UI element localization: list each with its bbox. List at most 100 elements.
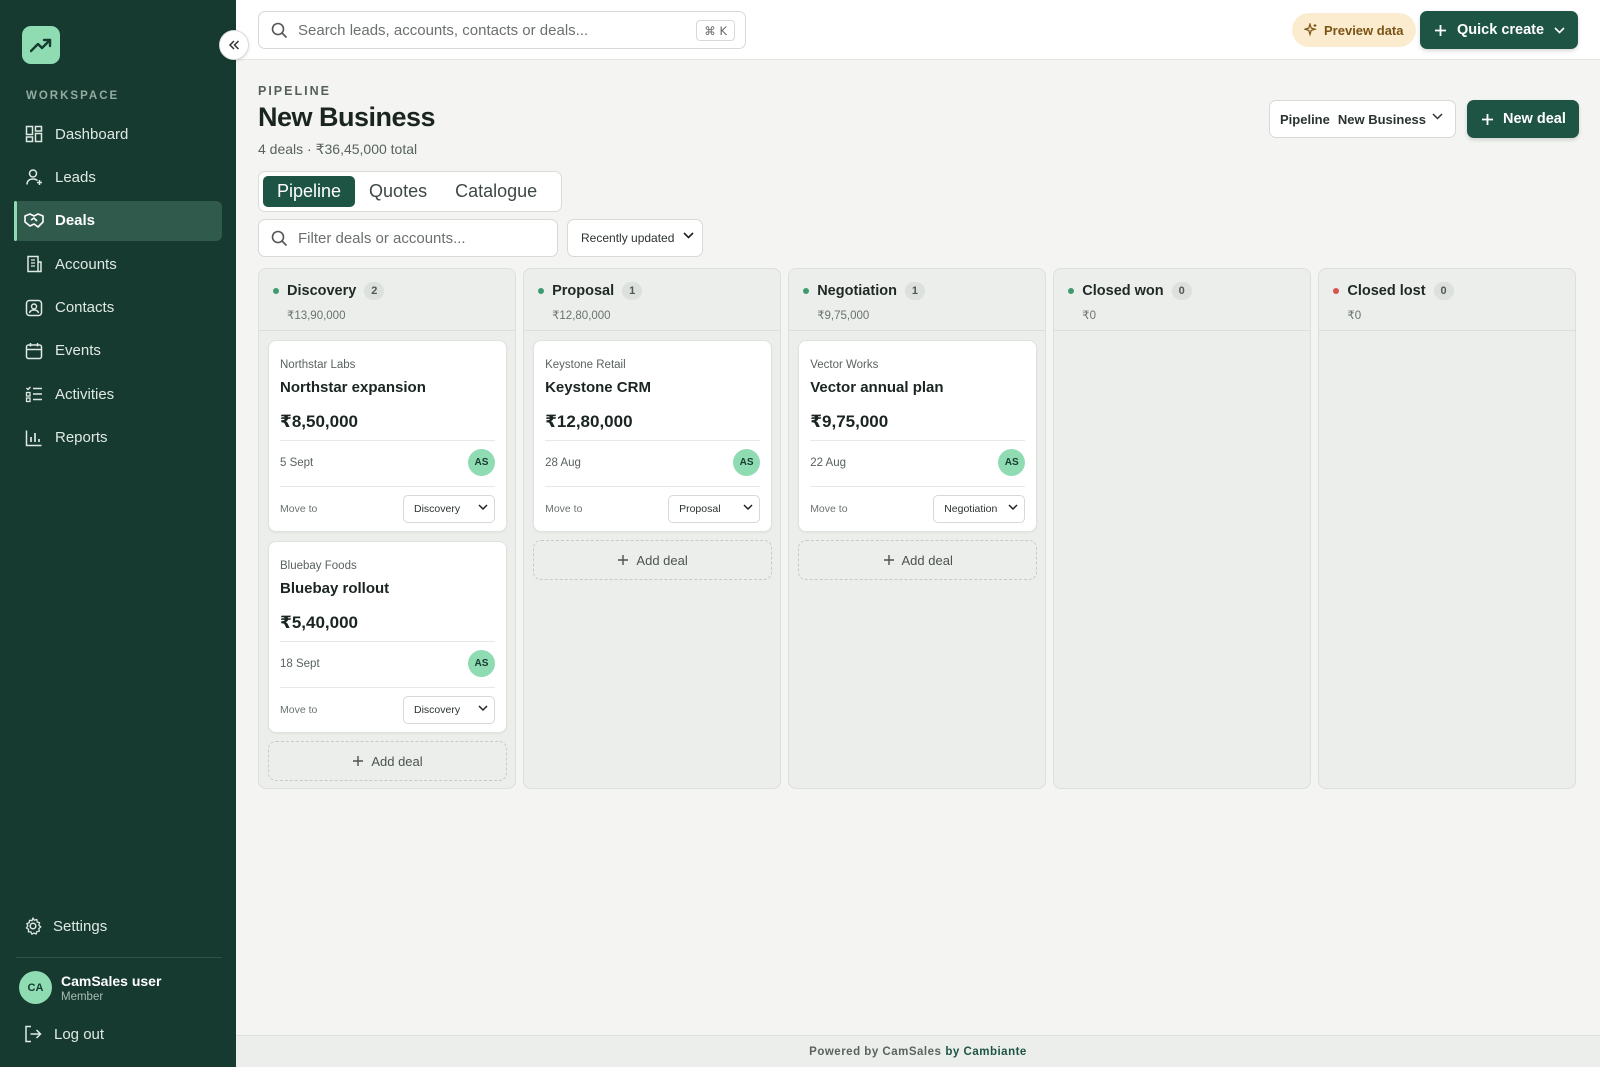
deal-card[interactable]: Keystone Retail Keystone CRM ₹12,80,000 …: [533, 340, 773, 532]
column-header: Discovery 2 ₹13,90,000: [259, 269, 515, 331]
plus-icon: [352, 755, 364, 767]
deal-company: Vector Works: [810, 359, 879, 371]
sidebar-item-label: Dashboard: [55, 125, 129, 143]
sidebar-item-contacts[interactable]: Contacts: [14, 288, 222, 328]
logout-link[interactable]: Log out: [24, 1025, 104, 1043]
deal-date: 5 Sept: [280, 457, 314, 469]
chevrons-left-icon: [228, 40, 240, 50]
sidebar-item-label: Events: [55, 342, 101, 360]
stage-select[interactable]: Proposal: [668, 495, 761, 523]
footer-text: Powered by CamSales: [809, 1045, 942, 1058]
column-title: Closed lost: [1347, 283, 1426, 299]
sidebar-item-accounts[interactable]: Accounts: [14, 244, 222, 284]
stage-select[interactable]: Discovery: [403, 696, 495, 724]
plus-icon: [883, 554, 895, 566]
workspace-label: WORKSPACE: [26, 90, 120, 102]
column-total: ₹0: [1082, 310, 1096, 322]
stage-select[interactable]: Discovery: [403, 495, 495, 523]
chevron-down-icon: [743, 504, 753, 511]
owner-avatar: AS: [998, 449, 1026, 476]
card-divider: [545, 486, 761, 487]
sidebar-item-deals[interactable]: Deals: [14, 200, 222, 241]
handshake-icon: [24, 211, 44, 231]
column-header: Negotiation 1 ₹9,75,000: [789, 269, 1045, 331]
collapse-sidebar-button[interactable]: [219, 30, 249, 60]
add-deal-label: Add deal: [901, 552, 953, 568]
deal-amount: ₹5,40,000: [280, 613, 359, 632]
page-title: New Business: [258, 102, 436, 132]
column-title: Negotiation: [817, 283, 897, 299]
column-title: Proposal: [552, 283, 615, 299]
add-deal-button[interactable]: Add deal: [798, 540, 1038, 580]
topbar: ⌘ K Preview data Quick create: [236, 0, 1600, 60]
column-total: ₹9,75,000: [817, 310, 870, 322]
deal-card[interactable]: Northstar Labs Northstar expansion ₹8,50…: [268, 340, 507, 532]
app-logo[interactable]: [22, 26, 60, 64]
column-total: ₹0: [1347, 310, 1362, 322]
page-subtitle: 4 deals · ₹36,45,000 total: [258, 141, 418, 157]
add-deal-button[interactable]: Add deal: [268, 741, 507, 781]
pipeline-select-label: Pipeline: [1280, 111, 1330, 127]
sidebar-item-label: Deals: [55, 212, 96, 230]
page-eyebrow: PIPELINE: [258, 84, 331, 98]
chevron-down-icon: [1432, 113, 1443, 120]
chevron-down-icon: [478, 504, 488, 511]
deal-company: Bluebay Foods: [280, 560, 357, 572]
column-header: Proposal 1 ₹12,80,000: [524, 269, 780, 331]
deal-card[interactable]: Bluebay Foods Bluebay rollout ₹5,40,000 …: [268, 541, 507, 733]
column-total: ₹12,80,000: [552, 310, 611, 322]
sidebar-item-leads[interactable]: Leads: [14, 157, 222, 197]
chevron-down-icon: [1008, 504, 1018, 511]
chevron-down-icon: [478, 705, 488, 712]
add-deal-button[interactable]: Add deal: [533, 540, 773, 580]
new-deal-button[interactable]: New deal: [1467, 100, 1579, 138]
stage-select[interactable]: Negotiation: [933, 495, 1026, 523]
deal-filter[interactable]: [258, 219, 558, 257]
sidebar-item-events[interactable]: Events: [14, 331, 222, 371]
pipeline-select[interactable]: Pipeline New Business: [1269, 100, 1456, 138]
move-to-label: Move to: [545, 503, 583, 515]
quick-create-label: Quick create: [1457, 22, 1545, 38]
stage-select-value: Discovery: [414, 503, 461, 515]
search-input[interactable]: [298, 21, 678, 39]
stage-dot: [1333, 288, 1340, 294]
sidebar-item-dashboard[interactable]: Dashboard: [14, 114, 222, 154]
settings-label: Settings: [53, 917, 108, 935]
filter-input[interactable]: [298, 229, 538, 247]
sidebar-item-label: Activities: [55, 385, 115, 403]
deal-card[interactable]: Vector Works Vector annual plan ₹9,75,00…: [798, 340, 1038, 532]
bar-chart-icon: [24, 428, 44, 448]
deal-company: Keystone Retail: [545, 359, 626, 371]
preview-data-button[interactable]: Preview data: [1292, 13, 1416, 47]
tab-quotes[interactable]: Quotes: [355, 176, 441, 207]
sparkle-icon: [1304, 23, 1318, 37]
card-divider: [810, 486, 1026, 487]
quick-create-button[interactable]: Quick create: [1420, 11, 1578, 49]
card-divider: [280, 687, 495, 688]
sort-select[interactable]: Recently updated: [567, 219, 703, 257]
calendar-icon: [24, 341, 44, 361]
footer-brand-link[interactable]: by Cambiante: [945, 1046, 1026, 1058]
global-search[interactable]: ⌘ K: [258, 11, 746, 49]
new-deal-label: New deal: [1503, 111, 1566, 127]
trending-up-icon: [30, 38, 52, 53]
owner-avatar: AS: [733, 449, 761, 476]
stage-dot: [1068, 288, 1075, 294]
sidebar-item-activities[interactable]: Activities: [14, 374, 222, 414]
deal-date: 28 Aug: [545, 457, 581, 469]
column-title: Closed won: [1082, 283, 1164, 299]
sidebar-item-label: Accounts: [55, 255, 117, 273]
deal-amount: ₹9,75,000: [810, 412, 889, 431]
owner-avatar: AS: [468, 449, 495, 476]
sidebar-item-reports[interactable]: Reports: [14, 418, 222, 458]
add-deal-label: Add deal: [371, 753, 423, 769]
column-header: Closed won 0 ₹0: [1054, 269, 1310, 331]
settings-link[interactable]: Settings: [24, 917, 107, 935]
user-profile[interactable]: CA CamSales user Member: [19, 971, 161, 1004]
deal-date: 18 Sept: [280, 658, 320, 670]
sidebar-item-label: Contacts: [55, 299, 115, 317]
preview-data-label: Preview data: [1324, 22, 1404, 38]
tab-pipeline[interactable]: Pipeline: [263, 176, 356, 207]
sort-select-value: Recently updated: [581, 231, 675, 245]
tab-catalogue[interactable]: Catalogue: [441, 176, 551, 207]
